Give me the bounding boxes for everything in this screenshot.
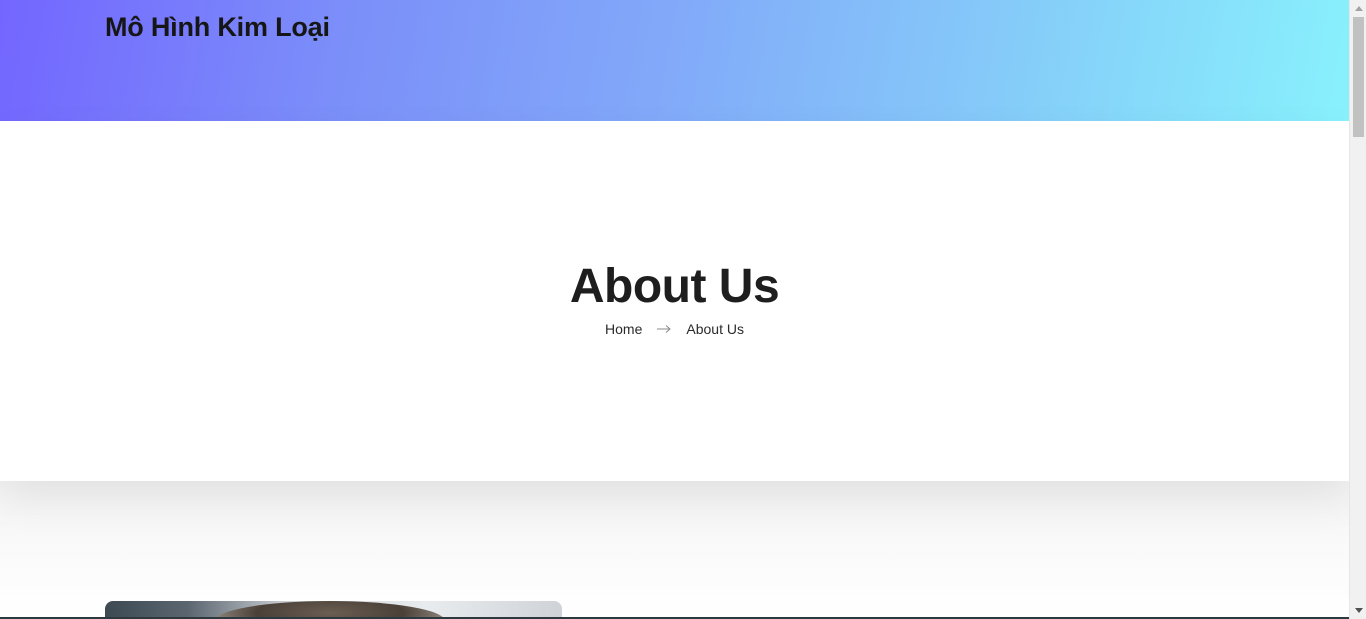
scroll-up-arrow-icon[interactable] — [1350, 0, 1366, 17]
arrow-right-icon — [656, 324, 672, 334]
page-content: Mô Hình Kim Loại About Us Home About Us — [0, 0, 1349, 619]
breadcrumb: Home About Us — [0, 321, 1349, 337]
site-logo-title[interactable]: Mô Hình Kim Loại — [105, 12, 330, 43]
page-title-banner: About Us Home About Us — [0, 121, 1349, 481]
breadcrumb-home-link[interactable]: Home — [605, 321, 642, 337]
vertical-scrollbar[interactable] — [1349, 0, 1366, 619]
site-header: Mô Hình Kim Loại — [0, 0, 1349, 121]
scrollbar-thumb[interactable] — [1353, 17, 1364, 137]
about-section — [0, 481, 1349, 619]
page-title: About Us — [569, 260, 780, 313]
breadcrumb-current: About Us — [686, 321, 744, 337]
browser-viewport: Mô Hình Kim Loại About Us Home About Us — [0, 0, 1366, 619]
scroll-down-arrow-icon[interactable] — [1350, 602, 1366, 619]
